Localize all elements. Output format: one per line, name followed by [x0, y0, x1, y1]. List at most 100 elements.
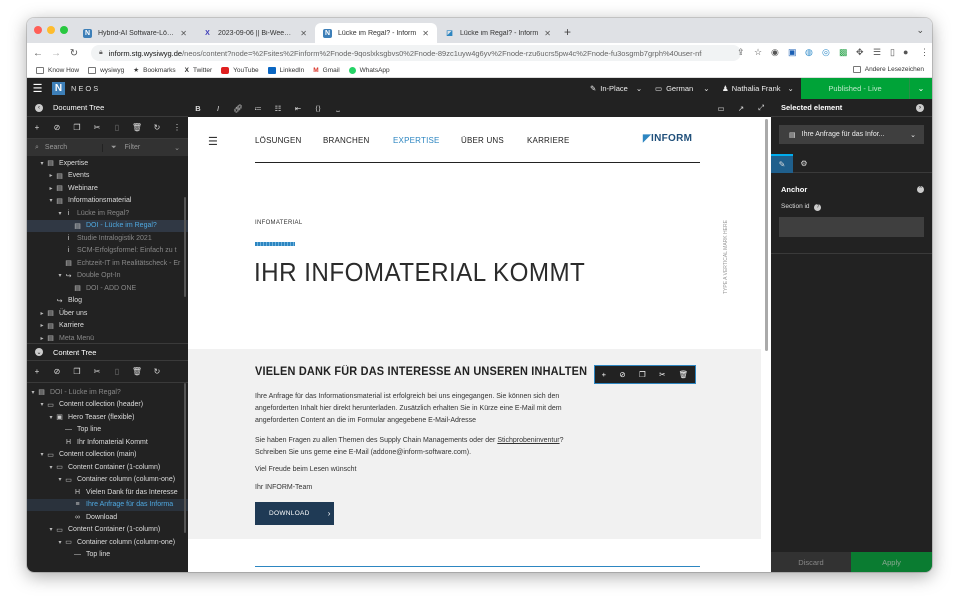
extension-icon[interactable]: ▩ [839, 47, 848, 58]
nav-link-expertise[interactable]: EXPERTISE [393, 136, 440, 145]
body-text-paragraph[interactable]: Ihre Anfrage für das Informationsmateria… [255, 391, 585, 427]
unordered-list-icon[interactable]: ☷ [268, 104, 288, 113]
copy-node-icon[interactable]: ❐ [67, 123, 87, 132]
refresh-icon[interactable]: ↻ [147, 367, 167, 376]
body-text-paragraph[interactable]: Ihr INFORM-Team [255, 482, 585, 494]
expand-toggle-icon[interactable]: ▸ [38, 335, 46, 342]
tree-node[interactable]: — Top line [27, 549, 188, 562]
body-text-paragraph[interactable]: Viel Freude beim Lesen wünscht [255, 464, 585, 476]
bookmark-star-icon[interactable]: ☆ [754, 47, 762, 58]
expand-toggle-icon[interactable]: ▸ [47, 185, 55, 192]
fullscreen-icon[interactable]: ⤢ [751, 103, 771, 113]
expand-toggle-icon[interactable]: ▾ [29, 389, 37, 396]
close-tab-icon[interactable]: ✕ [422, 29, 429, 38]
expand-toggle-icon[interactable]: ▾ [56, 210, 64, 217]
hide-node-icon[interactable]: ⊘ [47, 123, 67, 132]
hero-topline[interactable]: INFOMATERIAL [255, 220, 303, 226]
browser-tab-3-active[interactable]: N Lücke im Regal? - Inform ✕ [315, 23, 437, 43]
maximize-window-button[interactable] [60, 26, 68, 34]
paste-node-icon[interactable]: ▯ [107, 367, 127, 376]
expand-toggle-icon[interactable]: ▾ [38, 160, 46, 167]
expand-toggle-icon[interactable]: ▾ [47, 414, 55, 421]
apply-button[interactable]: Apply [851, 552, 932, 572]
expand-toggle-icon[interactable]: ▾ [38, 451, 46, 458]
tree-node[interactable]: ▤ Echtzeit-IT im Realitätscheck - Er [27, 257, 188, 270]
profile-avatar-icon[interactable]: ● [903, 47, 908, 57]
sidepanel-icon[interactable]: ▯ [890, 47, 895, 58]
tree-node[interactable]: ↪ Blog [27, 295, 188, 308]
tree-node[interactable]: ≡ Ihre Anfrage für das Informa [27, 498, 188, 511]
tree-search-input[interactable]: ⌕ Search [27, 144, 102, 152]
more-options-icon[interactable]: ⋮ [167, 123, 187, 132]
discard-button[interactable]: Discard [771, 552, 851, 572]
open-external-icon[interactable]: ↗ [731, 104, 751, 113]
close-tab-icon[interactable]: ✕ [300, 29, 307, 38]
tree-node[interactable]: H Ihr Infomaterial Kommt [27, 436, 188, 449]
expand-toggle-icon[interactable]: ▾ [47, 197, 55, 204]
hero-headline[interactable]: IHR INFOMATERIAL KOMMT [254, 257, 585, 288]
tree-node[interactable]: ▸ ▤ Karriere [27, 320, 188, 333]
tree-node[interactable]: ▾ ▤ DOI - Lücke im Regal? [27, 386, 188, 399]
ordered-list-icon[interactable]: ≔ [248, 104, 268, 113]
outdent-icon[interactable]: ⇤ [288, 104, 308, 113]
nav-link-loesungen[interactable]: LÖSUNGEN [255, 136, 302, 145]
delete-node-icon[interactable]: 🗑︎ [127, 367, 147, 376]
tree-node[interactable]: ▾ ▣ Hero Teaser (flexible) [27, 411, 188, 424]
close-tab-icon[interactable]: ✕ [544, 29, 551, 38]
add-node-icon[interactable]: + [27, 367, 47, 376]
link-icon[interactable]: 🔗︎ [228, 104, 248, 113]
bookmark-link[interactable]: LinkedIn [267, 66, 304, 74]
bookmark-folder[interactable]: Know How [36, 66, 79, 74]
share-icon[interactable]: ⇪ [737, 47, 745, 58]
cut-node-icon[interactable]: ✂ [659, 370, 665, 379]
tab-edit-pencil-icon[interactable]: ✎ [771, 154, 793, 173]
expand-toggle-icon[interactable]: ▸ [38, 310, 46, 317]
expand-toggle-icon[interactable]: ▾ [38, 401, 46, 408]
tree-node[interactable]: ▤ DOI - ADD ONE [27, 282, 188, 295]
tree-node[interactable]: ▾ ▭ Container column (column-one) [27, 536, 188, 549]
tree-node[interactable]: ∞ Download [27, 511, 188, 524]
back-icon[interactable]: ← [31, 48, 45, 59]
expand-toggle-icon[interactable]: ▾ [56, 476, 64, 483]
hide-node-icon[interactable]: ⊘ [619, 370, 625, 379]
bookmark-link[interactable]: M Gmail [313, 67, 339, 74]
tree-node[interactable]: i Studie Intralogistik 2021 [27, 232, 188, 245]
content-tree-header[interactable]: ⌄ Content Tree [27, 343, 188, 361]
section-headline[interactable]: VIELEN DANK FÜR DAS INTERESSE AN UNSEREN… [255, 366, 587, 378]
add-node-icon[interactable]: + [27, 123, 47, 132]
minimize-window-button[interactable] [47, 26, 55, 34]
help-icon[interactable]: ? [814, 204, 822, 211]
preview-icon[interactable]: ▭ [711, 104, 731, 113]
address-bar[interactable]: 🔒︎ inform.stg.wysiwyg.de /neos/content?n… [91, 45, 741, 61]
collapse-inspector-icon[interactable]: › [916, 103, 924, 112]
paste-node-icon[interactable]: ▯ [107, 123, 127, 132]
nav-link-ueber-uns[interactable]: ÜBER UNS [461, 136, 504, 145]
extension-icon[interactable]: ◉ [771, 47, 779, 58]
browser-tab-4[interactable]: ◪ Lücke im Regal? - Inform ✕ [437, 23, 559, 43]
reading-list-icon[interactable]: ☰ [873, 47, 881, 58]
reload-icon[interactable]: ↻ [67, 48, 81, 59]
user-menu[interactable]: ♟ Nathalia Frank ⌄ [722, 78, 794, 99]
tree-node[interactable]: ▾ ▭ Content collection (header) [27, 399, 188, 412]
inform-logo[interactable]: ◤INFORM [643, 133, 692, 144]
main-menu-icon[interactable]: ☰ [27, 82, 48, 95]
hero-teaser[interactable]: INFOMATERIAL IHR INFOMATERIAL KOMMT TYPE… [188, 181, 761, 349]
tree-node[interactable]: i SCM-Erfolgsformel: Einfach zu t [27, 245, 188, 258]
copy-node-icon[interactable]: ❐ [67, 367, 87, 376]
content-scrollbar[interactable] [765, 119, 768, 351]
nav-link-branchen[interactable]: BRANCHEN [323, 136, 370, 145]
tab-search-icon[interactable]: ⌄ [916, 25, 924, 36]
tree-node[interactable]: ▸ ▤ Webinare [27, 182, 188, 195]
delete-node-icon[interactable]: 🗑︎ [679, 370, 689, 379]
tree-node[interactable]: ▸ ▤ Events [27, 170, 188, 183]
new-tab-button[interactable]: + [564, 25, 571, 39]
tab-settings-gear-icon[interactable]: ⚙ [793, 154, 815, 173]
section-id-input[interactable] [779, 217, 924, 237]
edit-mode-selector[interactable]: ✎ In-Place ⌄ [590, 78, 642, 99]
site-menu-icon[interactable]: ☰ [208, 135, 218, 148]
cut-node-icon[interactable]: ✂ [87, 123, 107, 132]
document-tree-header[interactable]: ‹ Document Tree [27, 99, 188, 117]
close-tab-icon[interactable]: ✕ [180, 29, 187, 38]
tree-node[interactable]: ▾ ▭ Content collection (main) [27, 449, 188, 462]
browser-menu-icon[interactable]: ⋮ [920, 47, 929, 58]
